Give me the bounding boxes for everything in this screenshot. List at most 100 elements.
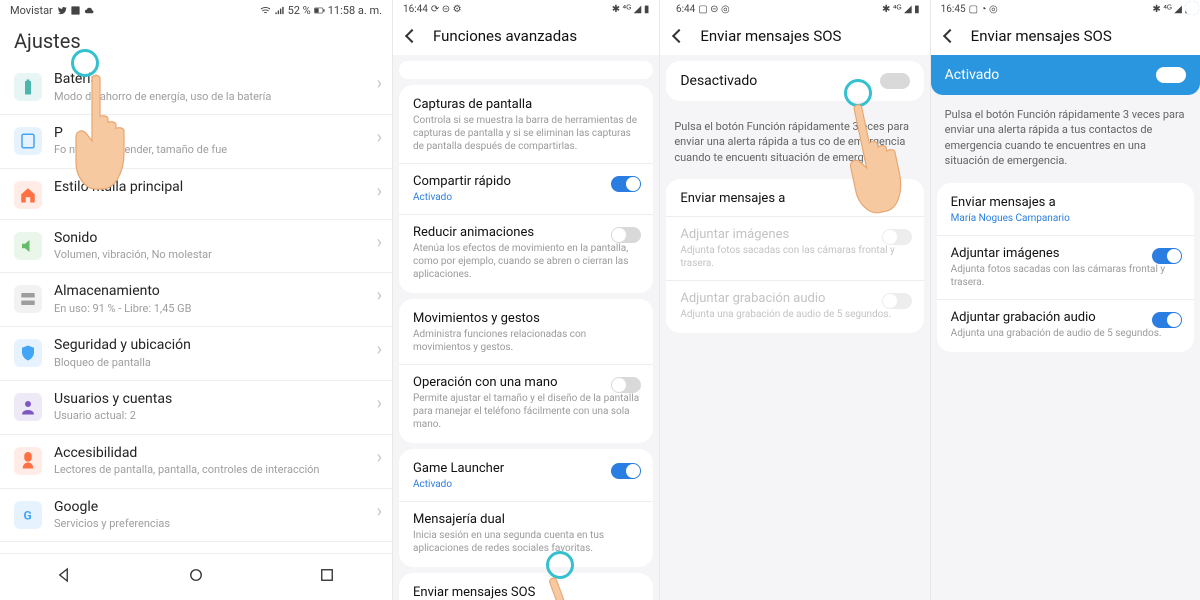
row-subtitle: Servicios y preferencias <box>54 517 365 531</box>
row-subtitle: Bloqueo de pantalla <box>54 356 365 370</box>
screen-header: Funciones avanzadas <box>393 17 659 55</box>
sos-master-toggle[interactable]: Desactivado <box>666 61 923 101</box>
settings-row[interactable]: G GoogleServicios y preferencias › <box>0 488 392 542</box>
storage-icon <box>14 285 42 313</box>
settings-row[interactable]: SistemaIdiomas, hora, copia de seguridad… <box>0 541 392 553</box>
item-subtitle: Controla si se muestra la barra de herra… <box>413 114 639 153</box>
sos-option[interactable]: Adjuntar grabación audioAdjunta una grab… <box>937 299 1194 350</box>
settings-row[interactable]: Usuarios y cuentasUsuario actual: 2 › <box>0 380 392 434</box>
screen-header: Enviar mensajes SOS <box>660 17 929 55</box>
sos-master-toggle[interactable]: Activado <box>931 55 1200 95</box>
settings-item[interactable]: Game LauncherActivado <box>399 451 653 501</box>
banner-label: Activado <box>945 67 1000 83</box>
carrier-label: Movistar <box>10 4 53 17</box>
header-title: Enviar mensajes SOS <box>700 27 841 45</box>
row-subtitle: Lectores de pantalla, pantalla, controle… <box>54 463 365 477</box>
settings-row[interactable]: AccesibilidadLectores de pantalla, panta… <box>0 434 392 488</box>
item-title: Adjuntar imágenes <box>951 246 1180 261</box>
back-icon[interactable] <box>405 29 419 43</box>
wifi-icon <box>260 5 271 16</box>
row-title: Estilo ntalla principal <box>54 179 365 197</box>
item-title: Enviar mensajes SOS <box>413 585 639 600</box>
settings-row[interactable]: SonidoVolumen, vibración, No molestar › <box>0 219 392 273</box>
sos-description: Pulsa el botón Función rápidamente 3 vec… <box>931 95 1200 177</box>
image-icon <box>70 5 81 16</box>
status-icons: ⟳ ⊝ ⚙ <box>431 4 462 15</box>
chevron-right-icon: › <box>377 283 382 308</box>
item-subtitle: Activado <box>413 191 639 204</box>
settings-item[interactable]: Mensajería dualInicia sesión en una segu… <box>399 501 653 565</box>
toggle-switch[interactable] <box>1156 67 1186 83</box>
settings-item[interactable]: Enviar mensajes SOSDesactivado <box>399 575 653 600</box>
svg-text:G: G <box>24 508 32 522</box>
settings-row[interactable]: AlmacenamientoEn uso: 91 % - Libre: 1,45… <box>0 272 392 326</box>
sos-option[interactable]: Enviar mensajes a María Nogues Campanario <box>937 185 1194 235</box>
settings-row[interactable]: PFo ntalla, suspender, tamaño de fue › <box>0 114 392 168</box>
header-title: Funciones avanzadas <box>433 27 577 45</box>
chevron-right-icon: › <box>377 499 382 524</box>
nav-home[interactable] <box>187 566 205 588</box>
row-title: Accesibilidad <box>54 445 365 463</box>
status-bar: 16:44 ⟳ ⊝ ⚙ ✱ ⁴ᴳ ◢ ▮ <box>393 0 659 17</box>
page-title: Ajustes <box>0 19 392 61</box>
row-title: Seguridad y ubicación <box>54 337 365 355</box>
toggle-switch[interactable] <box>1152 312 1182 328</box>
users-icon <box>14 393 42 421</box>
settings-list: BateríaModo de ahorro de energía, uso de… <box>0 61 392 553</box>
home-icon <box>14 181 42 209</box>
settings-card: Game LauncherActivadoMensajería dualInic… <box>399 449 653 567</box>
item-title: Enviar mensajes a <box>951 195 1180 210</box>
item-subtitle: Adjunta fotos sacadas con las cámaras fr… <box>951 263 1180 289</box>
nav-recent[interactable] <box>318 566 336 588</box>
item-title: Compartir rápido <box>413 174 639 189</box>
chevron-right-icon: › <box>377 125 382 150</box>
toggle-switch[interactable] <box>880 73 910 89</box>
tutorial-four-screens: Movistar 52 % 11:58 a. m. Ajustes Baterí… <box>0 0 1200 600</box>
toggle-switch[interactable] <box>611 463 641 479</box>
toggle-switch[interactable] <box>611 176 641 192</box>
settings-card: Capturas de pantallaControla si se muest… <box>399 85 653 293</box>
access-icon <box>14 447 42 475</box>
settings-row[interactable]: Seguridad y ubicaciónBloqueo de pantalla… <box>0 326 392 380</box>
settings-card: Enviar mensajes SOSDesactivado <box>399 573 653 600</box>
row-title: Almacenamiento <box>54 283 365 301</box>
toggle-switch[interactable] <box>611 227 641 243</box>
settings-item[interactable]: Compartir rápido Activado <box>399 163 653 214</box>
signal-icon <box>274 5 285 16</box>
settings-item[interactable]: Capturas de pantallaControla si se muest… <box>399 87 653 163</box>
sos-option: Adjuntar grabación audioAdjunta una grab… <box>666 280 923 331</box>
item-title: Adjuntar imágenes <box>680 227 909 242</box>
status-bar: Movistar 52 % 11:58 a. m. <box>0 0 392 19</box>
back-icon[interactable] <box>943 29 957 43</box>
back-icon[interactable] <box>672 29 686 43</box>
settings-item[interactable]: Reducir animaciones Atenúa los efectos de… <box>399 214 653 291</box>
item-subtitle: Activado <box>413 478 639 491</box>
toggle-switch[interactable] <box>1152 248 1182 264</box>
item-subtitle: Administra funciones relacionadas con mo… <box>413 328 639 354</box>
nav-back[interactable] <box>56 566 74 588</box>
battery-pct: 52 % <box>288 4 311 17</box>
clock: 11:58 a. m. <box>328 4 382 17</box>
item-subtitle: María Nogues Campanario <box>951 212 1180 225</box>
row-title: P <box>54 125 365 143</box>
chevron-right-icon: › <box>377 337 382 362</box>
status-right-icons: ✱ ⁴ᴳ ◢ ▮ <box>882 4 920 15</box>
settings-item[interactable]: Operación con una manoPermite ajustar el… <box>399 364 653 441</box>
row-subtitle: Volumen, vibración, No molestar <box>54 248 365 262</box>
row-subtitle: Modo de ahorro de energía, uso de la bat… <box>54 90 365 104</box>
settings-row[interactable]: Estilo ntalla principal › <box>0 168 392 219</box>
item-subtitle: Atenúa los efectos de movimiento en la p… <box>413 242 639 281</box>
chevron-right-icon: › <box>377 445 382 470</box>
sos-option[interactable]: Adjuntar imágenes Adjunta fotos sacadas c… <box>937 235 1194 299</box>
screen-header: Enviar mensajes SOS <box>931 17 1200 55</box>
settings-item[interactable]: Movimientos y gestosAdministra funciones… <box>399 301 653 364</box>
settings-row[interactable]: BateríaModo de ahorro de energía, uso de… <box>0 61 392 114</box>
row-title: Usuarios y cuentas <box>54 391 365 409</box>
toggle-switch[interactable] <box>611 377 641 393</box>
item-title: Reducir animaciones <box>413 225 639 240</box>
banner-label: Desactivado <box>680 73 757 89</box>
settings-card: Movimientos y gestosAdministra funciones… <box>399 299 653 443</box>
chevron-right-icon: › <box>377 71 382 96</box>
sos-option[interactable]: Enviar mensajes a <box>666 181 923 216</box>
row-title: Google <box>54 499 365 517</box>
